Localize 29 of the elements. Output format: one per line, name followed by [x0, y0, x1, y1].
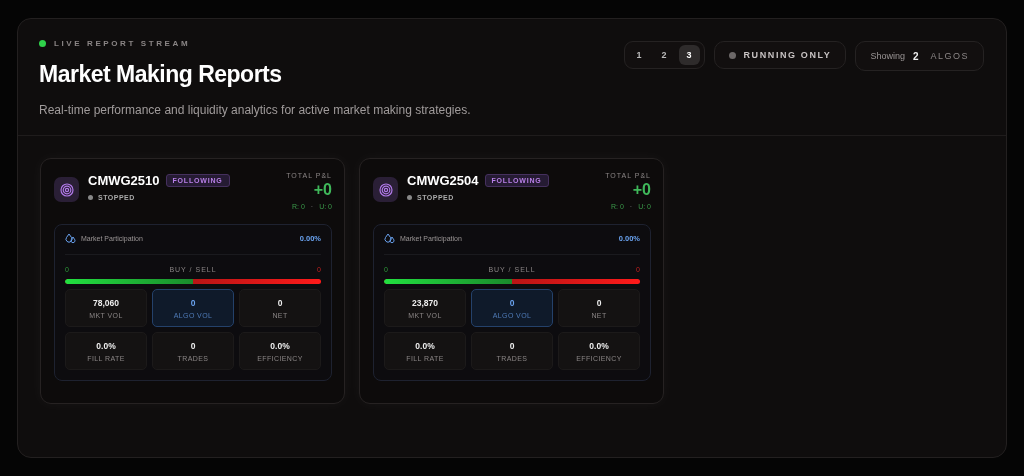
algos-label: ALGOS	[930, 51, 969, 61]
stat-value: 0	[190, 297, 196, 308]
pnl-value: +0	[313, 181, 332, 199]
stat-value: 0	[596, 297, 602, 308]
stat-value: 0.0%	[270, 340, 290, 351]
running-only-toggle[interactable]: RUNNING ONLY	[713, 41, 847, 69]
stat-value: 0	[277, 297, 283, 308]
algo-name: CMWG2504	[407, 173, 479, 188]
page-button[interactable]: 1	[628, 45, 650, 65]
page-button[interactable]: 2	[653, 45, 675, 65]
stat-value: 0.0%	[589, 340, 609, 351]
algo-count: 2	[912, 50, 919, 62]
droplets-icon	[384, 233, 395, 244]
stat-value: 0	[509, 297, 515, 308]
stat-value: 23,870	[412, 297, 438, 308]
stat-value: 0.0%	[415, 340, 435, 351]
stat-value: 0.0%	[96, 340, 116, 351]
droplets-icon	[65, 233, 76, 244]
algo-name: CMWG2510	[88, 173, 160, 188]
page-subtitle: Real-time performance and liquidity analytics for active market making strategies.	[39, 103, 471, 117]
page-button[interactable]: 3	[678, 45, 700, 65]
live-status-dot	[39, 40, 46, 47]
pnl-value: +0	[632, 181, 651, 199]
stat-value: 0	[190, 340, 196, 351]
stat-value: 0	[509, 340, 515, 351]
page-title: Market Making Reports	[39, 61, 283, 88]
showing-label: Showing	[870, 51, 905, 61]
stat-value: 78,060	[93, 297, 119, 308]
live-label: LIVE REPORT STREAM	[54, 39, 191, 48]
